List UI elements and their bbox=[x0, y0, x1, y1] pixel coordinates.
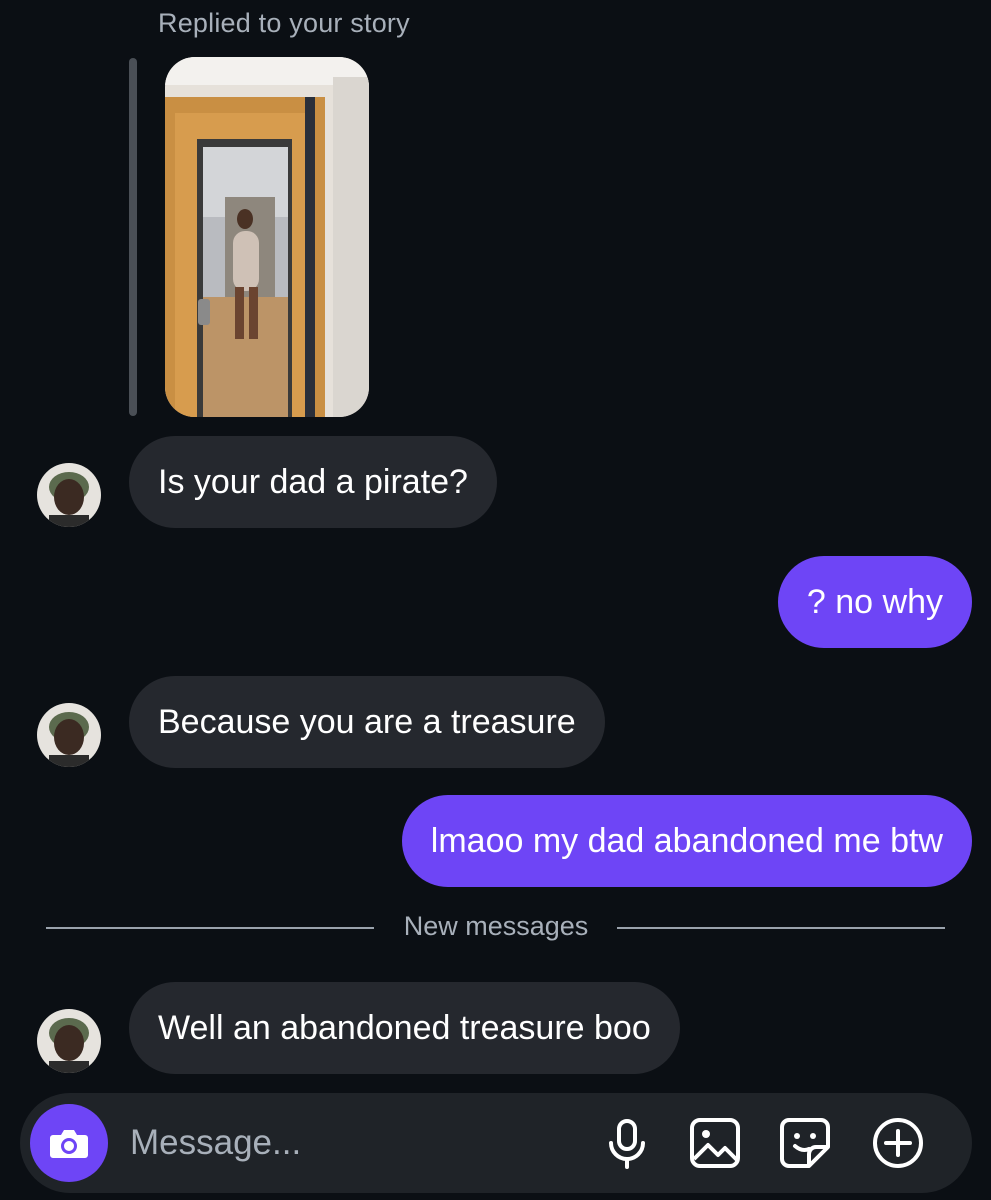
message-text: Well an abandoned treasure boo bbox=[158, 1008, 651, 1047]
message-text: ? no why bbox=[806, 582, 943, 621]
sender-avatar[interactable] bbox=[37, 1009, 101, 1073]
incoming-message-bubble[interactable]: Is your dad a pirate? bbox=[129, 436, 497, 528]
camera-button[interactable] bbox=[30, 1104, 108, 1182]
microphone-icon[interactable] bbox=[599, 1115, 655, 1171]
sender-avatar[interactable] bbox=[37, 703, 101, 767]
message-text: lmaoo my dad abandoned me btw bbox=[430, 821, 943, 860]
avatar-image bbox=[37, 463, 101, 527]
new-messages-label: New messages bbox=[403, 911, 589, 941]
message-composer bbox=[20, 1093, 972, 1193]
story-image bbox=[165, 57, 369, 417]
sender-avatar[interactable] bbox=[37, 463, 101, 527]
incoming-message-bubble[interactable]: Because you are a treasure bbox=[129, 676, 605, 768]
avatar-image bbox=[37, 1009, 101, 1073]
dm-conversation-screen: Replied to your story Is your dad a pira… bbox=[0, 0, 991, 1200]
plus-circle-icon[interactable] bbox=[870, 1115, 926, 1171]
reply-quote-bar bbox=[129, 58, 137, 416]
outgoing-message-bubble[interactable]: lmaoo my dad abandoned me btw bbox=[401, 795, 972, 887]
message-input[interactable] bbox=[130, 1121, 570, 1165]
avatar-image bbox=[37, 703, 101, 767]
divider-line-left bbox=[46, 927, 374, 929]
outgoing-message-bubble[interactable]: ? no why bbox=[777, 556, 972, 648]
message-text: Because you are a treasure bbox=[158, 702, 576, 741]
sticker-icon[interactable] bbox=[777, 1115, 833, 1171]
reply-caption: Replied to your story bbox=[158, 8, 410, 38]
incoming-message-bubble[interactable]: Well an abandoned treasure boo bbox=[129, 982, 680, 1074]
divider-line-right bbox=[617, 927, 945, 929]
gallery-icon[interactable] bbox=[687, 1115, 743, 1171]
camera-icon bbox=[50, 1130, 88, 1158]
message-text: Is your dad a pirate? bbox=[158, 462, 468, 501]
story-thumbnail[interactable] bbox=[165, 57, 369, 417]
